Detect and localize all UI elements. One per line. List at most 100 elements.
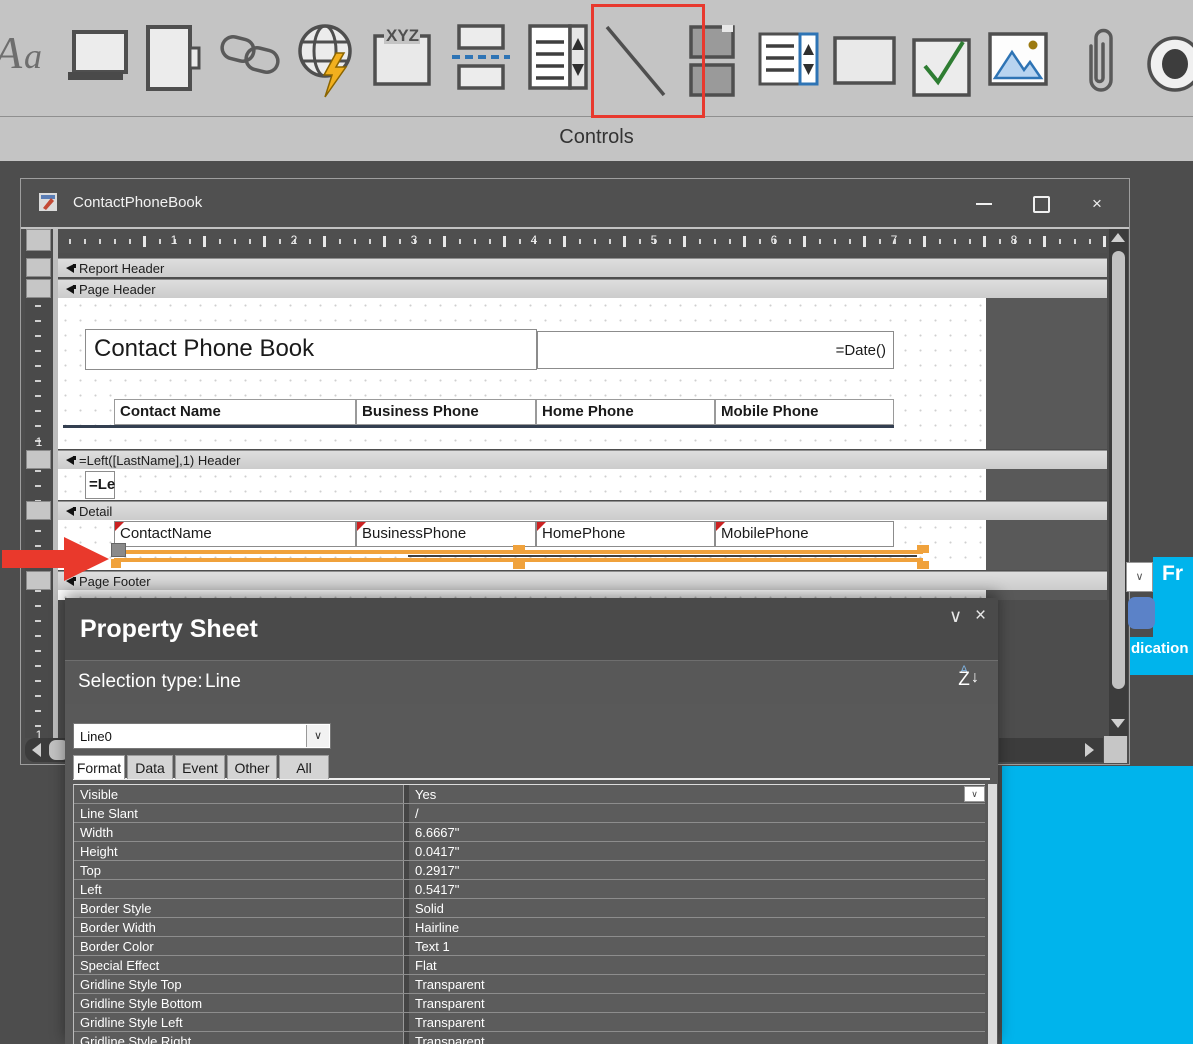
combo-box-icon[interactable] (527, 22, 589, 99)
section-bar-page-footer[interactable]: Page Footer (58, 571, 1107, 590)
group-expression-textbox[interactable]: =Le (85, 471, 115, 499)
label-icon[interactable]: Aa (0, 20, 56, 87)
section-bar-group-header[interactable]: =Left([LastName],1) Header (58, 450, 1107, 469)
hyperlink-icon[interactable] (219, 32, 283, 83)
resize-handle[interactable] (513, 561, 525, 569)
section-collapse-icon (66, 264, 74, 273)
multiline-text-box-icon[interactable] (145, 24, 203, 99)
section-selector-page-header[interactable] (26, 279, 51, 298)
vertical-scrollbar-thumb[interactable] (1112, 251, 1125, 689)
property-row-special-effect[interactable]: Special Effect Flat (74, 956, 985, 975)
ruler-number: 5 (648, 233, 660, 247)
page-header-canvas: Contact Phone Book =Date() Contact Name … (58, 298, 1107, 449)
text-box-icon[interactable] (66, 30, 130, 93)
select-all-box[interactable] (26, 229, 51, 251)
property-row-border-color[interactable]: Border Color Text 1 (74, 937, 985, 956)
section-selector-group-header[interactable] (26, 450, 51, 469)
section-bar-detail[interactable]: Detail (58, 501, 1107, 520)
property-row-visible[interactable]: Visible Yes ∨ (74, 785, 985, 804)
ruler-number: 1 (168, 233, 180, 247)
detail-field-contactname[interactable]: ContactName (114, 521, 356, 547)
navigation-control-icon[interactable]: XYZ (372, 24, 434, 97)
tab-data[interactable]: Data (127, 755, 173, 779)
property-row-gridline-style-top[interactable]: Gridline Style Top Transparent (74, 975, 985, 994)
svg-text:XYZ: XYZ (386, 26, 419, 45)
report-title-label[interactable]: Contact Phone Book (85, 329, 537, 370)
property-row-top[interactable]: Top 0.2917" (74, 861, 985, 880)
section-selector-detail[interactable] (26, 501, 51, 520)
section-collapse-icon (66, 285, 74, 294)
property-sheet-titlebar: Property Sheet ∨ × (65, 598, 998, 660)
resize-handle[interactable] (513, 545, 525, 553)
selection-type-label: Selection type: (78, 671, 203, 693)
property-row-border-width[interactable]: Border Width Hairline (74, 918, 985, 937)
option-button-icon[interactable] (1146, 34, 1193, 103)
property-row-left[interactable]: Left 0.5417" (74, 880, 985, 899)
section-bar-report-header[interactable]: Report Header (58, 258, 1107, 277)
svg-text:A: A (0, 27, 23, 78)
object-selector-combobox[interactable]: Line0 ∨ (73, 723, 331, 749)
property-sheet-panel: Property Sheet ∨ × Selection type: Line … (65, 598, 998, 1044)
combo-dropdown-icon[interactable]: ∨ (306, 725, 329, 747)
scroll-down-icon[interactable] (1111, 719, 1125, 728)
scroll-up-icon[interactable] (1111, 233, 1125, 242)
rectangle-icon[interactable] (833, 36, 897, 91)
minimize-button[interactable] (964, 188, 1002, 218)
section-selector-report-header[interactable] (26, 258, 51, 277)
detail-field-mobilephone[interactable]: MobilePhone (715, 521, 894, 547)
design-surface[interactable] (58, 469, 986, 500)
column-header-label-mobile-phone[interactable]: Mobile Phone (715, 399, 894, 425)
property-row-height[interactable]: Height 0.0417" (74, 842, 985, 861)
property-sheet-title: Property Sheet (80, 615, 258, 644)
column-header-label-contact-name[interactable]: Contact Name (114, 399, 356, 425)
sort-arrow-icon: ↓ (971, 669, 979, 687)
detail-field-homephone[interactable]: HomePhone (536, 521, 715, 547)
property-row-width[interactable]: Width 6.6667" (74, 823, 985, 842)
column-header-label-home-phone[interactable]: Home Phone (536, 399, 715, 425)
property-row-border-style[interactable]: Border Style Solid (74, 899, 985, 918)
image-icon[interactable] (988, 32, 1048, 93)
ribbon-group-label-bar: Controls (0, 116, 1193, 161)
scroll-left-icon[interactable] (32, 743, 41, 757)
value-dropdown-icon[interactable]: ∨ (964, 786, 985, 802)
resize-handle[interactable] (111, 559, 121, 568)
property-grid-scrollbar[interactable] (988, 784, 997, 1044)
date-expression-textbox[interactable]: =Date() (537, 331, 894, 369)
selection-type-value: Line (205, 671, 241, 693)
close-icon[interactable]: × (975, 605, 986, 627)
tab-event[interactable]: Event (175, 755, 225, 779)
property-row-line-slant[interactable]: Line Slant / (74, 804, 985, 823)
background-blue-button[interactable] (1128, 597, 1155, 629)
tab-format[interactable]: Format (73, 755, 125, 779)
vertical-ruler: 1 1 (25, 229, 53, 738)
sort-az-icon[interactable]: AZ (958, 665, 970, 687)
resize-handle[interactable] (917, 545, 929, 553)
web-browser-control-icon[interactable] (294, 21, 364, 106)
section-bar-page-header[interactable]: Page Header (58, 279, 1107, 298)
tab-all[interactable]: All (279, 755, 329, 779)
horizontal-scrollbar-right[interactable] (999, 738, 1103, 762)
check-box-icon[interactable] (911, 26, 973, 105)
scroll-right-icon[interactable] (1085, 743, 1094, 757)
line-control[interactable] (408, 555, 917, 557)
window-title: ContactPhoneBook (73, 194, 202, 211)
maximize-button[interactable] (1021, 188, 1059, 218)
move-handle[interactable] (111, 543, 126, 557)
chevron-down-icon[interactable]: ∨ (949, 606, 962, 627)
property-row-gridline-style-left[interactable]: Gridline Style Left Transparent (74, 1013, 985, 1032)
column-header-label-business-phone[interactable]: Business Phone (356, 399, 536, 425)
background-combo-button[interactable]: ∨ (1126, 562, 1153, 592)
close-button[interactable]: × (1079, 188, 1117, 218)
controls-group-label: Controls (0, 126, 1193, 149)
property-row-gridline-style-right[interactable]: Gridline Style Right Transparent (74, 1032, 985, 1044)
tab-other[interactable]: Other (227, 755, 277, 779)
horizontal-scrollbar-left[interactable] (25, 738, 69, 762)
background-window-text-fragment: dication (1131, 640, 1193, 657)
vertical-scrollbar[interactable] (1109, 229, 1128, 736)
detail-field-businessphone[interactable]: BusinessPhone (356, 521, 536, 547)
resize-handle[interactable] (917, 561, 929, 569)
list-box-icon[interactable] (758, 32, 820, 93)
property-row-gridline-style-bottom[interactable]: Gridline Style Bottom Transparent (74, 994, 985, 1013)
page-break-icon[interactable] (452, 24, 510, 97)
attachment-icon[interactable] (1082, 22, 1114, 107)
